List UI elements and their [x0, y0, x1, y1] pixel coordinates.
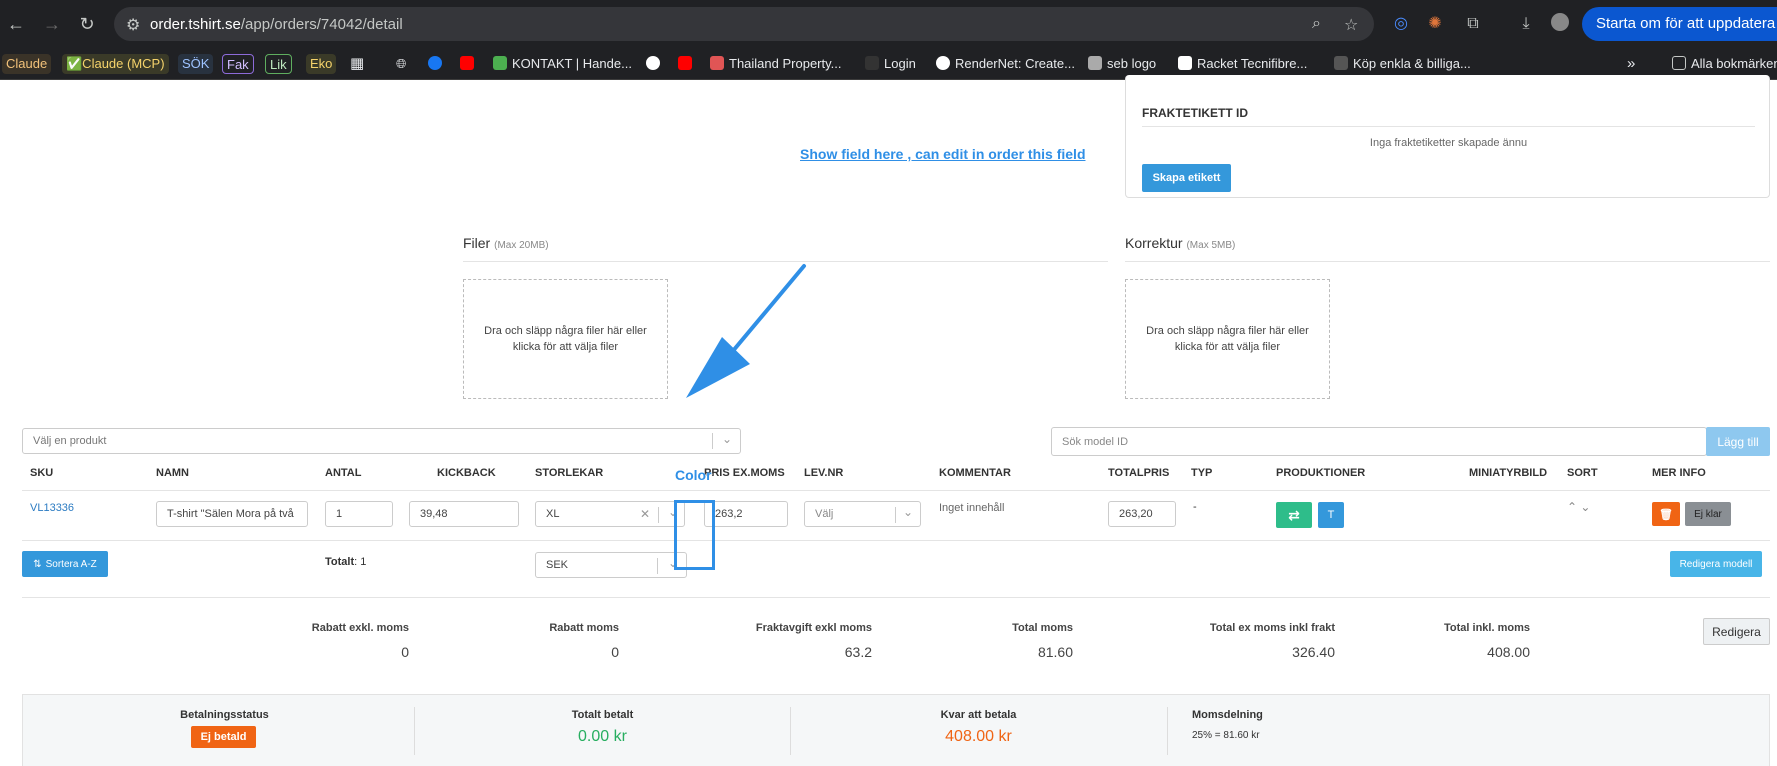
summary-value-shipping-fee: 63.2	[844, 644, 872, 660]
claude-extension-icon[interactable]: ✺	[1424, 13, 1446, 35]
total-paid-label: Totalt betalt	[571, 709, 634, 721]
annotation-arrow-icon	[686, 264, 806, 398]
bookmark-star-icon[interactable]: ☆	[1344, 15, 1358, 35]
summary-value-discount-vat: 0	[611, 644, 619, 660]
order-detail-page: FRAKTETIKETT ID Inga fraktetiketter skap…	[0, 75, 1777, 766]
facebook-icon[interactable]	[428, 54, 447, 74]
total-paid-value: 0.00 kr	[578, 728, 627, 745]
edit-summary-button[interactable]: Redigera	[1703, 618, 1770, 645]
payment-status-label: Betalningsstatus	[180, 709, 269, 721]
bookmark-racket-tecnifibre[interactable]: Racket Tecnifibre...	[1178, 54, 1307, 74]
bookmark-sok[interactable]: SÖK	[178, 54, 214, 74]
rendernet-favicon-icon	[936, 56, 950, 70]
globe-icon[interactable]: 🌐︎	[396, 54, 406, 74]
vat-split-value: 25% = 81.60 kr	[1192, 730, 1260, 741]
bookmark-claude-mcp[interactable]: ✅Claude (MCP)	[62, 54, 169, 74]
back-icon[interactable]: ←	[4, 12, 28, 36]
vat-split-label: Momsdelning	[1192, 709, 1263, 721]
bookmark-login[interactable]: Login	[865, 54, 916, 74]
summary-label-total-ex-vat-incl-shipping: Total ex moms inkl frakt	[1209, 622, 1335, 634]
kontakt-favicon-icon	[493, 56, 507, 70]
youtube-icon-2[interactable]	[678, 54, 697, 74]
profile-avatar-icon[interactable]	[1549, 13, 1571, 35]
reload-icon[interactable]: ↻	[75, 12, 99, 36]
bookmark-rendernet[interactable]: RenderNet: Create...	[936, 54, 1075, 74]
summary-label-discount-ex-vat: Rabatt exkl. moms	[311, 622, 409, 634]
bookmark-eko[interactable]: Eko	[306, 54, 337, 74]
bookmark-seb-logo[interactable]: seb logo	[1088, 54, 1156, 74]
divider	[1167, 707, 1168, 755]
summary-value-discount-ex-vat: 0	[401, 644, 409, 660]
more-bookmarks-icon[interactable]: »	[1627, 54, 1635, 74]
thailand-favicon-icon	[710, 56, 724, 70]
zoom-icon[interactable]: ⌕	[1312, 15, 1321, 33]
url-text: order.tshirt.se/app/orders/74042/detail	[150, 16, 403, 33]
summary-label-discount-vat: Rabatt moms	[549, 622, 619, 634]
apps-grid-icon[interactable]: ▦	[350, 54, 364, 74]
bookmark-kop-enkla[interactable]: Köp enkla & billiga...	[1334, 54, 1471, 74]
summary-value-total-incl-vat: 408.00	[1487, 644, 1530, 660]
extensions-puzzle-icon[interactable]: ⧉	[1462, 13, 1484, 35]
payment-status-badge: Ej betald	[191, 726, 256, 748]
browser-toolbar: ← → ↻ ⚙ order.tshirt.se/app/orders/74042…	[0, 0, 1777, 48]
bookmark-lik[interactable]: Lik	[265, 54, 292, 74]
remaining-label: Kvar att betala	[940, 709, 1017, 721]
payment-panel: Betalningsstatus Ej betald Totalt betalt…	[22, 694, 1770, 766]
bookmark-claude[interactable]: Claude	[2, 54, 52, 74]
kop-favicon-icon	[1334, 56, 1348, 70]
remaining-value: 408.00 kr	[945, 728, 1012, 745]
bookmark-kontakt[interactable]: KONTAKT | Hande...	[493, 54, 632, 74]
all-bookmarks[interactable]: Alla bokmärken	[1672, 54, 1777, 74]
folder-icon	[1672, 56, 1686, 70]
summary-label-total-vat: Total moms	[1012, 622, 1073, 634]
bookmark-fak[interactable]: Fak	[222, 54, 254, 74]
forward-icon[interactable]: →	[40, 12, 64, 36]
site-info-icon[interactable]: ⚙	[126, 15, 140, 35]
address-bar[interactable]: ⚙ order.tshirt.se/app/orders/74042/detai…	[114, 7, 1374, 41]
google-icon[interactable]	[646, 54, 665, 74]
download-icon[interactable]: ⤓	[1515, 13, 1537, 35]
login-favicon-icon	[865, 56, 879, 70]
update-button[interactable]: Starta om för att uppdatera	[1582, 7, 1777, 41]
youtube-icon[interactable]	[460, 54, 479, 74]
summary-value-total-ex-vat-incl-shipping: 326.40	[1292, 644, 1335, 660]
bookmark-thailand-property[interactable]: Thailand Property...	[710, 54, 841, 74]
summary-value-total-vat: 81.60	[1037, 644, 1073, 660]
extension-circle-icon[interactable]: ◎	[1390, 13, 1412, 35]
summary-label-total-incl-vat: Total inkl. moms	[1444, 622, 1530, 634]
racket-favicon-icon	[1178, 56, 1192, 70]
summary-label-shipping-fee: Fraktavgift exkl moms	[755, 622, 872, 634]
seb-favicon-icon	[1088, 56, 1102, 70]
